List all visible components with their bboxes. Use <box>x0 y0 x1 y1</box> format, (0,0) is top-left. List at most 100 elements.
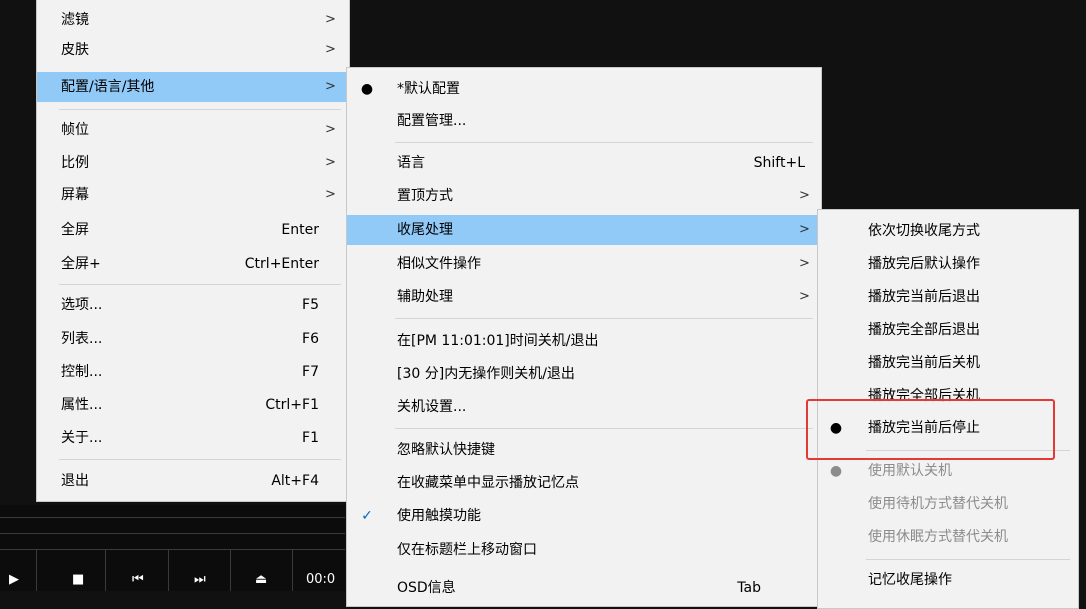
menu-item-ignore-default-hotkeys[interactable]: 忽略默认快捷键 <box>347 435 821 465</box>
menu-item-options[interactable]: 选项... F5 <box>37 290 349 320</box>
menu-item-shortcut: Enter <box>281 222 319 238</box>
menu-item-label: OSD信息 <box>397 580 456 596</box>
menu-item-ratio[interactable]: 比例 > <box>37 148 349 178</box>
eject-icon[interactable]: ⏏ <box>255 572 267 587</box>
chevron-right-icon: > <box>799 256 810 271</box>
menu-item-show-bookmarks[interactable]: 在收藏菜单中显示播放记忆点 <box>347 468 821 498</box>
menu-item-move-by-titlebar[interactable]: 仅在标题栏上移动窗口 <box>347 535 821 565</box>
menu-item-use-touch[interactable]: ✓ 使用触摸功能 <box>347 501 821 531</box>
menu-item-filter[interactable]: 滤镜 > <box>37 5 349 35</box>
chevron-right-icon: > <box>325 187 336 202</box>
menu-item-label: 播放完当前后退出 <box>868 289 980 305</box>
menu-item-about[interactable]: 关于... F1 <box>37 423 349 453</box>
menu-item-default-config[interactable]: ● *默认配置 <box>347 74 821 104</box>
menu-item-assist-processing[interactable]: 辅助处理 > <box>347 282 821 312</box>
menu-item-label: 皮肤 <box>61 42 89 58</box>
menu-separator <box>395 318 813 319</box>
menu-separator <box>59 284 341 285</box>
menu-item-label: 辅助处理 <box>397 289 453 305</box>
menu-item-label: 使用触摸功能 <box>397 508 481 524</box>
menu-separator <box>866 559 1070 560</box>
main-context-menu: 滤镜 > 皮肤 > 配置/语言/其他 > 帧位 > 比例 > 屏幕 > 全屏 E… <box>36 0 350 502</box>
menu-item-shortcut: Ctrl+Enter <box>244 256 319 272</box>
menu-item-shortcut: Shift+L <box>753 155 805 171</box>
menu-item-label: 忽略默认快捷键 <box>397 442 495 458</box>
chevron-right-icon: > <box>799 188 810 203</box>
player-control-bar <box>0 505 345 591</box>
menu-item-playlist[interactable]: 列表... F6 <box>37 324 349 354</box>
menu-item-label: 配置/语言/其他 <box>61 79 155 95</box>
menu-item-label: 语言 <box>397 155 425 171</box>
menu-item-after-current-shutdown[interactable]: 播放完当前后关机 <box>818 348 1078 378</box>
menu-item-osd-info[interactable]: OSD信息 Tab <box>347 573 821 603</box>
menu-item-after-current-exit[interactable]: 播放完当前后退出 <box>818 282 1078 312</box>
chevron-right-icon: > <box>325 79 336 94</box>
menu-separator <box>395 428 813 429</box>
menu-item-end-handling[interactable]: 收尾处理 > <box>347 215 821 245</box>
divider <box>230 550 231 591</box>
divider <box>0 549 345 550</box>
progress-track[interactable] <box>0 533 345 534</box>
annotation-highlight-box <box>806 399 1055 460</box>
menu-item-label: 播放完后默认操作 <box>868 256 980 272</box>
menu-item-label: 滤镜 <box>61 12 89 28</box>
time-display: 00:0 <box>306 572 336 587</box>
config-submenu: ● *默认配置 配置管理... 语言 Shift+L 置顶方式 > 收尾处理 >… <box>346 67 822 607</box>
menu-item-label: 依次切换收尾方式 <box>868 223 980 239</box>
menu-item-use-hibernate[interactable]: 使用休眠方式替代关机 <box>818 522 1078 552</box>
menu-item-shutdown-at-time[interactable]: 在[PM 11:01:01]时间关机/退出 <box>347 326 821 356</box>
menu-item-fullscreen-plus[interactable]: 全屏+ Ctrl+Enter <box>37 249 349 279</box>
chevron-right-icon: > <box>799 222 810 237</box>
divider <box>0 517 345 518</box>
menu-item-label: 屏幕 <box>61 187 89 203</box>
stop-icon[interactable]: ■ <box>72 572 84 587</box>
menu-item-similar-files[interactable]: 相似文件操作 > <box>347 249 821 279</box>
menu-item-label: 列表... <box>61 331 103 347</box>
divider <box>36 550 37 591</box>
menu-item-label: [30 分]内无操作则关机/退出 <box>397 366 575 382</box>
menu-item-cycle-end-mode[interactable]: 依次切换收尾方式 <box>818 216 1078 246</box>
next-icon[interactable]: ⏭ <box>194 572 206 587</box>
menu-item-use-standby[interactable]: 使用待机方式替代关机 <box>818 489 1078 519</box>
menu-item-shutdown-idle[interactable]: [30 分]内无操作则关机/退出 <box>347 359 821 389</box>
divider <box>292 550 293 591</box>
menu-item-label: 仅在标题栏上移动窗口 <box>397 542 537 558</box>
menu-item-label: 相似文件操作 <box>397 256 481 272</box>
menu-item-label: 帧位 <box>61 122 89 138</box>
menu-item-label: 在[PM 11:01:01]时间关机/退出 <box>397 333 599 349</box>
menu-item-label: 选项... <box>61 297 103 313</box>
menu-item-label: 收尾处理 <box>397 222 453 238</box>
menu-item-topmost-mode[interactable]: 置顶方式 > <box>347 181 821 211</box>
chevron-right-icon: > <box>325 122 336 137</box>
menu-item-properties[interactable]: 属性... Ctrl+F1 <box>37 390 349 420</box>
previous-icon[interactable]: ⏮ <box>132 572 144 587</box>
chevron-right-icon: > <box>325 155 336 170</box>
menu-item-label: 退出 <box>61 473 89 489</box>
menu-item-language[interactable]: 语言 Shift+L <box>347 148 821 178</box>
menu-item-frame[interactable]: 帧位 > <box>37 115 349 145</box>
menu-item-shutdown-settings[interactable]: 关机设置... <box>347 392 821 422</box>
menu-item-shortcut: Alt+F4 <box>271 473 319 489</box>
menu-item-label: 比例 <box>61 155 89 171</box>
menu-item-after-play-default[interactable]: 播放完后默认操作 <box>818 249 1078 279</box>
menu-item-exit[interactable]: 退出 Alt+F4 <box>37 466 349 496</box>
menu-item-label: 使用默认关机 <box>868 463 952 479</box>
menu-item-shortcut: F6 <box>302 331 319 347</box>
menu-item-config-language-other[interactable]: 配置/语言/其他 > <box>37 72 349 102</box>
menu-item-config-manage[interactable]: 配置管理... <box>347 106 821 136</box>
play-icon[interactable]: ▶ <box>9 572 19 587</box>
menu-item-screen[interactable]: 屏幕 > <box>37 180 349 210</box>
menu-item-label: 使用休眠方式替代关机 <box>868 529 1008 545</box>
menu-item-label: 播放完当前后关机 <box>868 355 980 371</box>
menu-item-label: 在收藏菜单中显示播放记忆点 <box>397 475 579 491</box>
menu-item-control[interactable]: 控制... F7 <box>37 357 349 387</box>
menu-separator <box>59 109 341 110</box>
menu-item-skin[interactable]: 皮肤 > <box>37 35 349 65</box>
menu-item-fullscreen[interactable]: 全屏 Enter <box>37 215 349 245</box>
menu-item-use-default-shutdown[interactable]: ● 使用默认关机 <box>818 456 1078 486</box>
menu-item-label: 配置管理... <box>397 113 467 129</box>
menu-item-after-all-exit[interactable]: 播放完全部后退出 <box>818 315 1078 345</box>
chevron-right-icon: > <box>799 289 810 304</box>
radio-bullet-icon: ● <box>360 81 374 97</box>
chevron-right-icon: > <box>325 12 336 27</box>
